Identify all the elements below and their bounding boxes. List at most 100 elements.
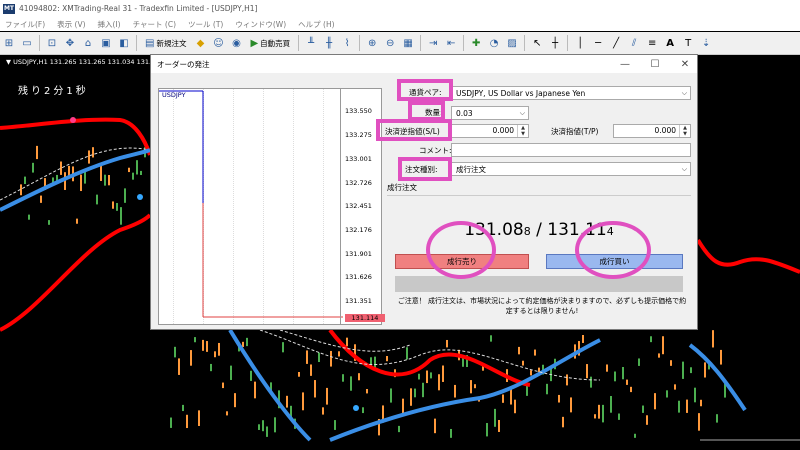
market-watch-icon[interactable]: ⊡ <box>45 36 59 50</box>
menu-help[interactable]: ヘルプ (H) <box>298 19 334 30</box>
tp-input[interactable]: 0.000 ▲ ▼ <box>613 124 691 138</box>
data-window-icon[interactable]: ⌂ <box>81 36 95 50</box>
tester-icon[interactable]: ◧ <box>117 36 131 50</box>
user-icon[interactable]: ☺ <box>211 36 225 50</box>
candle <box>96 194 98 205</box>
label-tool-icon[interactable]: T <box>681 36 695 50</box>
zoom-in-icon[interactable]: ⊕ <box>365 36 379 50</box>
candle <box>724 383 726 398</box>
menu-file[interactable]: ファイル(F) <box>5 19 45 30</box>
indicators-icon[interactable]: ✚ <box>469 36 483 50</box>
candle <box>658 353 660 358</box>
candle <box>124 188 126 203</box>
candle <box>218 342 220 356</box>
crosshair-icon[interactable]: ┼ <box>548 36 562 50</box>
candle <box>470 380 472 394</box>
candle <box>670 360 672 366</box>
bar-chart-icon[interactable]: ╨ <box>304 36 318 50</box>
fibo-icon[interactable]: ≡ <box>645 36 659 50</box>
candle <box>602 404 604 423</box>
metaeditor-icon[interactable]: ◆ <box>193 36 207 50</box>
candle <box>84 171 86 184</box>
highlight-sell-button <box>426 221 496 279</box>
candle <box>422 382 424 398</box>
candle <box>720 349 722 365</box>
toolbar: ⊞ ▭ ⊡ ✥ ⌂ ▣ ◧ ▤ 新規注文 ◆ ☺ ◉ ▶ 自動売買 ╨ ╫ ⌇ … <box>0 32 800 55</box>
candle <box>654 393 656 410</box>
symbol-select[interactable]: USDJPY, US Dollar vs Japanese Yen ⌵ <box>451 86 691 100</box>
menu-window[interactable]: ウィンドウ(W) <box>235 19 286 30</box>
candle <box>174 346 176 358</box>
volume-input[interactable]: 0.03 ⌵ <box>451 106 529 120</box>
spin-arrows-icon[interactable]: ▲ ▼ <box>517 125 528 137</box>
candle <box>606 364 608 372</box>
dashed-curve-2 <box>279 329 411 352</box>
signals-icon[interactable]: ◉ <box>229 36 243 50</box>
volume-value: 0.03 <box>456 108 473 118</box>
toolbar-divider <box>524 35 526 51</box>
order-type-select[interactable]: 成行注文 ⌵ <box>451 162 691 176</box>
menu-charts[interactable]: チャート (C) <box>133 19 176 30</box>
new-order-button[interactable]: ▤ 新規注文 <box>142 36 189 50</box>
arrows-tool-icon[interactable]: ⇣ <box>699 36 713 50</box>
candle <box>246 337 248 347</box>
trendline-icon[interactable]: ╱ <box>609 36 623 50</box>
candle <box>40 195 42 203</box>
order-type-value: 成行注文 <box>456 164 486 174</box>
candle <box>678 400 680 413</box>
chart-symbol-label: ▼ USDJPY,H1 131.265 131.265 131.034 131.… <box>6 58 164 66</box>
menu-tools[interactable]: ツール (T) <box>188 19 223 30</box>
menu-insert[interactable]: 挿入(I) <box>98 19 121 30</box>
candle <box>314 380 316 398</box>
vertical-line-icon[interactable]: │ <box>573 36 587 50</box>
candle <box>666 390 668 398</box>
candle <box>518 346 520 355</box>
candle <box>254 381 256 399</box>
minimize-icon[interactable]: — <box>610 55 640 73</box>
channel-icon[interactable]: ⫽ <box>627 36 641 50</box>
close-icon[interactable]: ✕ <box>670 55 700 73</box>
new-chart-icon[interactable]: ⊞ <box>2 36 16 50</box>
navigator-icon[interactable]: ✥ <box>63 36 77 50</box>
candle <box>566 374 568 386</box>
warning-note: ご注意！ 成行注文は、市場状況によって約定価格が決まりますので、必ずしも提示価格… <box>397 297 687 315</box>
templates-icon[interactable]: ▨ <box>505 36 519 50</box>
candle <box>262 420 264 432</box>
terminal-icon[interactable]: ▣ <box>99 36 113 50</box>
sl-input[interactable]: 0.000 ▲ ▼ <box>451 124 529 138</box>
chevron-down-icon: ⌵ <box>681 164 687 173</box>
line-chart-icon[interactable]: ⌇ <box>340 36 354 50</box>
candle <box>558 394 560 403</box>
candle <box>36 145 38 160</box>
toolbar-divider <box>463 35 465 51</box>
text-tool-icon[interactable]: A <box>663 36 677 50</box>
moving-average-line <box>0 148 151 212</box>
periods-icon[interactable]: ◔ <box>487 36 501 50</box>
toolbar-divider <box>298 35 300 51</box>
comment-input[interactable] <box>451 143 691 157</box>
tile-icon[interactable]: ▦ <box>401 36 415 50</box>
candle <box>434 418 436 434</box>
spin-arrows-icon[interactable]: ▲ ▼ <box>679 125 690 137</box>
upper-band <box>0 117 152 156</box>
cursor-icon[interactable]: ↖ <box>530 36 544 50</box>
horizontal-line-icon[interactable]: ─ <box>591 36 605 50</box>
menu-view[interactable]: 表示 (V) <box>57 19 85 30</box>
candlestick-icon[interactable]: ╫ <box>322 36 336 50</box>
profiles-icon[interactable]: ▭ <box>20 36 34 50</box>
chart-shift-icon[interactable]: ⇤ <box>444 36 458 50</box>
candle <box>266 426 268 437</box>
candle <box>194 337 196 343</box>
candle <box>298 372 300 377</box>
candle <box>390 388 392 403</box>
autoscroll-icon[interactable]: ⇥ <box>426 36 440 50</box>
candle <box>108 175 110 186</box>
zoom-out-icon[interactable]: ⊖ <box>383 36 397 50</box>
candle <box>132 172 134 180</box>
candle <box>366 389 368 394</box>
autotrade-button[interactable]: ▶ 自動売買 <box>247 36 293 50</box>
maximize-icon[interactable]: ☐ <box>640 55 670 73</box>
tick-chart: USDJPY 133.550 133.275 133.001 132.726 1… <box>158 88 385 325</box>
candle <box>530 370 532 376</box>
blue-marker <box>137 194 143 200</box>
